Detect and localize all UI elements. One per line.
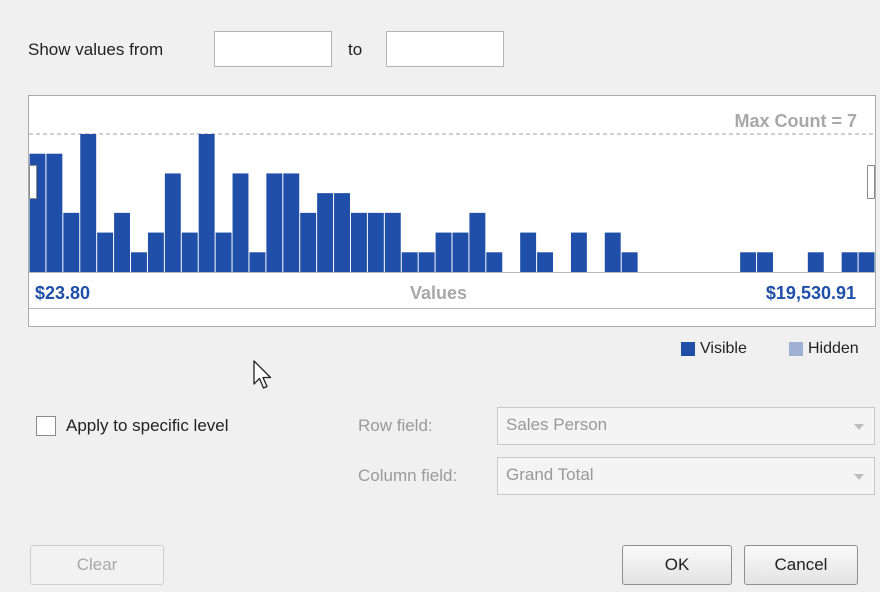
histogram-bar <box>300 212 317 272</box>
range-left-handle[interactable] <box>29 165 37 199</box>
histogram-bar <box>147 232 164 272</box>
column-field-value: Grand Total <box>506 465 594 484</box>
histogram-bar <box>621 252 638 272</box>
value-histogram[interactable]: Max Count = 7 $23.80 Values $19,530.91 <box>28 95 876 327</box>
histogram-bar <box>537 252 554 272</box>
histogram-bar <box>131 252 147 272</box>
histogram-bar <box>249 252 266 272</box>
column-field-select[interactable]: Grand Total <box>497 457 875 495</box>
histogram-bar <box>317 193 334 272</box>
histogram-bar <box>384 212 401 272</box>
histogram-bar <box>435 232 452 272</box>
row-field-select[interactable]: Sales Person <box>497 407 875 445</box>
histogram-bar <box>418 252 435 272</box>
histogram-bar <box>367 212 384 272</box>
hidden-swatch-icon <box>789 342 803 356</box>
histogram-bar <box>114 212 131 272</box>
histogram-bar <box>604 232 621 272</box>
row-field-label: Row field: <box>358 416 433 435</box>
histogram-bar <box>232 173 249 272</box>
cancel-button[interactable]: Cancel <box>744 545 858 585</box>
histogram-bar <box>757 252 773 272</box>
visible-swatch-icon <box>681 342 695 356</box>
histogram-bar <box>46 153 63 272</box>
row-field-chevron-down-icon <box>854 424 864 430</box>
max-count-label: Max Count = 7 <box>734 111 857 131</box>
histogram-bar <box>469 212 486 272</box>
histogram-bar <box>181 232 198 272</box>
clear-button[interactable]: Clear <box>30 545 164 585</box>
from-value-input[interactable] <box>214 31 332 67</box>
histogram-bar <box>841 252 858 272</box>
column-field-label: Column field: <box>358 466 458 485</box>
range-right-handle[interactable] <box>867 165 875 199</box>
histogram-bar <box>80 134 97 272</box>
histogram-bar <box>266 173 283 272</box>
legend-hidden-label: Hidden <box>808 340 859 357</box>
show-values-from-label: Show values from <box>28 40 164 59</box>
histogram-bar <box>164 173 181 272</box>
histogram-bar <box>452 232 469 272</box>
histogram-bar <box>63 212 80 272</box>
histogram-bar <box>401 252 418 272</box>
to-label: to <box>348 40 363 59</box>
histogram-bar <box>198 134 215 272</box>
histogram-bar <box>486 252 503 272</box>
histogram-bar <box>215 232 232 272</box>
histogram-bar <box>520 232 537 272</box>
histogram-bar <box>570 232 587 272</box>
apply-level-label[interactable]: Apply to specific level <box>66 416 229 436</box>
apply-level-checkbox[interactable] <box>36 416 56 436</box>
legend-visible: Visible <box>681 340 747 358</box>
histogram-bar <box>858 252 875 272</box>
mouse-pointer-icon <box>253 360 272 389</box>
legend-visible-label: Visible <box>700 340 747 357</box>
histogram-bar <box>334 193 350 272</box>
max-value-label: $19,530.91 <box>765 283 856 303</box>
histogram-bar <box>283 173 300 272</box>
ok-button[interactable]: OK <box>622 545 732 585</box>
min-value-label: $23.80 <box>35 283 91 303</box>
row-field-value: Sales Person <box>506 415 608 434</box>
axis-title: Values <box>410 283 468 303</box>
to-value-input[interactable] <box>386 31 504 67</box>
column-field-chevron-down-icon <box>854 474 864 480</box>
legend-hidden: Hidden <box>789 340 859 358</box>
histogram-bar <box>97 232 114 272</box>
histogram-bar <box>807 252 824 272</box>
histogram-bar <box>740 252 757 272</box>
histogram-bar <box>350 212 367 272</box>
